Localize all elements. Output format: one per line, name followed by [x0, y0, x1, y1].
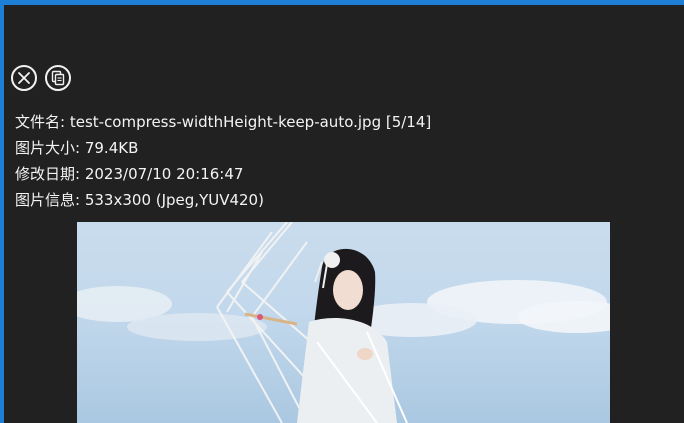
filesize-row: 图片大小: 79.4KB: [15, 135, 431, 161]
window-frame-left: [0, 0, 4, 423]
close-icon: [18, 72, 30, 84]
copy-icon: [51, 70, 65, 86]
copy-button[interactable]: [45, 65, 71, 91]
close-button[interactable]: [11, 65, 37, 91]
window-frame-top: [0, 0, 684, 5]
image-meta-value: 533x300 (Jpeg,YUV420): [84, 191, 264, 209]
filename-label: 文件名:: [15, 113, 66, 131]
filesize-label: 图片大小:: [15, 139, 81, 157]
filename-value: test-compress-widthHeight-keep-auto.jpg …: [69, 113, 432, 131]
modified-date-row: 修改日期: 2023/07/10 20:16:47: [15, 161, 431, 187]
filesize-value: 79.4KB: [84, 139, 139, 157]
image-viewer-window: 文件名: test-compress-widthHeight-keep-auto…: [0, 0, 684, 423]
image-preview[interactable]: [77, 222, 610, 423]
image-meta-row: 图片信息: 533x300 (Jpeg,YUV420): [15, 187, 431, 213]
filename-row: 文件名: test-compress-widthHeight-keep-auto…: [15, 109, 431, 135]
modified-date-label: 修改日期:: [15, 165, 81, 183]
image-meta-label: 图片信息:: [15, 191, 81, 209]
preview-photo: [77, 222, 610, 423]
viewer-toolbar: [11, 65, 71, 91]
modified-date-value: 2023/07/10 20:16:47: [84, 165, 244, 183]
image-info-panel: 文件名: test-compress-widthHeight-keep-auto…: [15, 109, 431, 213]
